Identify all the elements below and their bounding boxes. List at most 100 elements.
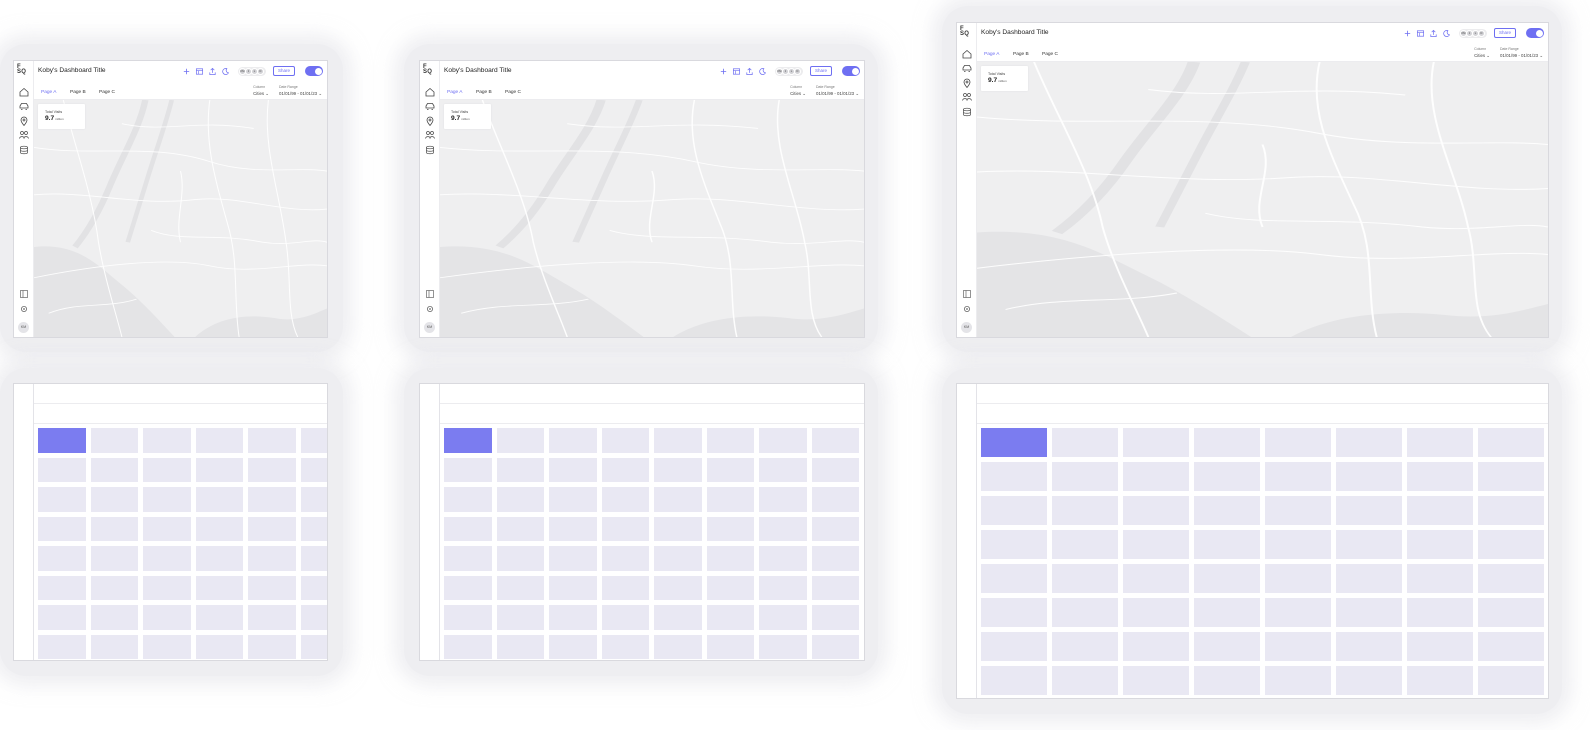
grid-cell[interactable] bbox=[706, 457, 754, 482]
grid-cell[interactable] bbox=[38, 457, 86, 482]
grid-cell[interactable] bbox=[195, 605, 243, 630]
location-pin-icon[interactable] bbox=[17, 114, 31, 127]
moon-icon[interactable] bbox=[219, 65, 232, 77]
grid-cell[interactable] bbox=[1265, 530, 1331, 559]
grid-cell[interactable] bbox=[811, 428, 859, 453]
grid-cell[interactable] bbox=[1407, 598, 1473, 627]
share-button[interactable]: Share bbox=[809, 66, 832, 76]
grid-cell[interactable] bbox=[811, 487, 859, 512]
grid-cell[interactable] bbox=[654, 605, 702, 630]
grid-cell[interactable] bbox=[90, 487, 138, 512]
tab-page-b[interactable]: Page B bbox=[70, 90, 86, 95]
home-icon[interactable] bbox=[423, 85, 437, 97]
grid-cell[interactable] bbox=[300, 575, 327, 600]
grid-cell[interactable] bbox=[981, 530, 1047, 559]
grid-cell[interactable] bbox=[1194, 632, 1260, 661]
grid-cell[interactable] bbox=[759, 487, 807, 512]
grid-cell[interactable] bbox=[1194, 598, 1260, 627]
grid-cell[interactable] bbox=[444, 487, 492, 512]
grid-cell[interactable] bbox=[143, 605, 191, 630]
grid-cell[interactable] bbox=[601, 516, 649, 541]
grid-cell[interactable] bbox=[1194, 428, 1260, 457]
grid-cell[interactable] bbox=[1336, 666, 1402, 695]
grid-cell[interactable] bbox=[1407, 530, 1473, 559]
grid-cell[interactable] bbox=[195, 516, 243, 541]
grid-cell[interactable] bbox=[759, 605, 807, 630]
grid-cell[interactable] bbox=[811, 575, 859, 600]
grid-cell[interactable] bbox=[248, 546, 296, 571]
grid-cell[interactable] bbox=[1194, 666, 1260, 695]
grid-cell[interactable] bbox=[601, 546, 649, 571]
moon-icon[interactable] bbox=[756, 65, 769, 77]
kpi-card[interactable]: Total Visits 9.7million bbox=[981, 66, 1028, 91]
grid-cell[interactable] bbox=[549, 634, 597, 659]
grid-cell[interactable] bbox=[811, 457, 859, 482]
grid-cell[interactable] bbox=[1052, 632, 1118, 661]
dashboard-title[interactable]: Koby's Dashboard Title bbox=[38, 67, 106, 74]
people-icon[interactable] bbox=[17, 128, 31, 140]
grid-cell[interactable] bbox=[706, 428, 754, 453]
dashboard-title[interactable]: Koby's Dashboard Title bbox=[981, 29, 1049, 36]
grid-cell[interactable] bbox=[1052, 564, 1118, 593]
location-pin-icon[interactable] bbox=[423, 114, 437, 127]
grid-cell[interactable] bbox=[706, 546, 754, 571]
grid-cell[interactable] bbox=[1052, 462, 1118, 491]
grid-cell[interactable] bbox=[143, 634, 191, 659]
grid-cell[interactable] bbox=[496, 516, 544, 541]
settings-icon[interactable] bbox=[423, 302, 437, 314]
grid-cell[interactable] bbox=[1123, 462, 1189, 491]
grid-cell[interactable] bbox=[248, 605, 296, 630]
home-icon[interactable] bbox=[960, 47, 974, 59]
grid-cell[interactable] bbox=[1478, 496, 1544, 525]
grid-cell[interactable] bbox=[654, 457, 702, 482]
tab-page-a[interactable]: Page A bbox=[41, 90, 56, 95]
grid-cell[interactable] bbox=[706, 575, 754, 600]
grid-cell[interactable] bbox=[1123, 428, 1189, 457]
map[interactable]: Total Visits 9.7million bbox=[977, 62, 1548, 337]
grid-cell[interactable] bbox=[1407, 564, 1473, 593]
grid-cell[interactable] bbox=[1265, 632, 1331, 661]
selected-cell[interactable] bbox=[38, 428, 86, 453]
selected-cell[interactable] bbox=[981, 428, 1047, 457]
grid-cell[interactable] bbox=[143, 457, 191, 482]
grid-cell[interactable] bbox=[811, 634, 859, 659]
grid-cell[interactable] bbox=[195, 634, 243, 659]
grid-cell[interactable] bbox=[300, 428, 327, 453]
grid-cell[interactable] bbox=[1478, 462, 1544, 491]
grid-cell[interactable] bbox=[496, 634, 544, 659]
layout-icon[interactable] bbox=[1414, 27, 1427, 39]
grid-cell[interactable] bbox=[496, 546, 544, 571]
grid-cell[interactable] bbox=[496, 457, 544, 482]
grid-cell[interactable] bbox=[981, 666, 1047, 695]
grid-cell[interactable] bbox=[1265, 666, 1331, 695]
plus-icon[interactable] bbox=[1401, 27, 1414, 39]
grid-cell[interactable] bbox=[1336, 462, 1402, 491]
mode-toggle[interactable] bbox=[1526, 28, 1544, 38]
grid-cell[interactable] bbox=[706, 516, 754, 541]
grid-cell[interactable] bbox=[811, 516, 859, 541]
column-filter[interactable]: Column Cities ⌄ bbox=[1474, 47, 1490, 59]
grid-cell[interactable] bbox=[496, 575, 544, 600]
grid-cell[interactable] bbox=[1478, 598, 1544, 627]
tab-page-c[interactable]: Page C bbox=[99, 90, 115, 95]
grid-cell[interactable] bbox=[248, 634, 296, 659]
grid-cell[interactable] bbox=[1265, 428, 1331, 457]
grid-cell[interactable] bbox=[143, 428, 191, 453]
grid-cell[interactable] bbox=[601, 634, 649, 659]
grid-cell[interactable] bbox=[444, 605, 492, 630]
grid-cell[interactable] bbox=[759, 634, 807, 659]
grid-cell[interactable] bbox=[1123, 564, 1189, 593]
grid-cell[interactable] bbox=[444, 457, 492, 482]
grid-cell[interactable] bbox=[1052, 428, 1118, 457]
grid-cell[interactable] bbox=[1123, 496, 1189, 525]
grid-cell[interactable] bbox=[1265, 462, 1331, 491]
layout-icon[interactable] bbox=[730, 65, 743, 77]
grid-cell[interactable] bbox=[1336, 632, 1402, 661]
tab-page-a[interactable]: Page A bbox=[447, 90, 462, 95]
grid-cell[interactable] bbox=[300, 516, 327, 541]
grid-cell[interactable] bbox=[143, 575, 191, 600]
grid-cell[interactable] bbox=[654, 487, 702, 512]
collaborator-avatars[interactable]: KM J L D bbox=[237, 66, 266, 76]
grid-cell[interactable] bbox=[601, 457, 649, 482]
grid-cell[interactable] bbox=[549, 487, 597, 512]
